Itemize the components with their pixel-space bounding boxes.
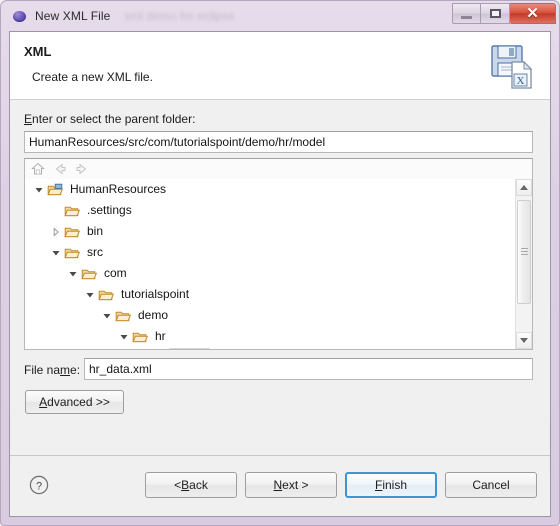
folder-icon — [132, 332, 148, 342]
tree-toolbar — [25, 159, 532, 179]
back-button[interactable]: < Back — [145, 472, 237, 498]
scrollbar-grip-icon — [520, 246, 528, 257]
minimize-button[interactable] — [452, 3, 481, 24]
tree-row-label: src — [87, 245, 103, 259]
svg-text:?: ? — [36, 480, 42, 492]
cancel-button[interactable]: Cancel — [445, 472, 537, 498]
tree-expand-arrow-icon[interactable] — [116, 329, 132, 345]
scroll-down-button[interactable] — [516, 332, 532, 349]
tree-row[interactable]: bin — [25, 221, 515, 242]
chevron-down-icon — [520, 338, 528, 343]
advanced-button[interactable]: Advanced >> — [25, 390, 124, 414]
tree-row[interactable]: demo — [25, 305, 515, 326]
parent-folder-label-text: nter or select the parent folder: — [32, 112, 196, 126]
tree-expand-arrow-icon[interactable] — [48, 245, 64, 261]
next-button-label-post: ext > — [282, 478, 309, 492]
folder-tree-panel: HumanResources .settings bin src com tutorial… — [24, 158, 533, 350]
help-icon[interactable]: ? — [29, 475, 49, 495]
scroll-up-button[interactable] — [516, 179, 532, 196]
file-name-label: File name: — [24, 363, 80, 377]
tree-expand-arrow-icon[interactable] — [65, 266, 81, 282]
wizard-header: XML Create a new XML file. X — [10, 32, 550, 100]
tree-row-label: demo — [138, 308, 169, 322]
minimize-icon — [461, 15, 472, 19]
tree-row-label: HumanResources — [70, 182, 167, 196]
close-icon: ✕ — [526, 5, 539, 22]
finish-button-label-post: inish — [382, 478, 408, 492]
tree-twisty-placeholder — [48, 203, 64, 219]
dialog-footer: ? < Back Next > Finish Cancel — [10, 455, 550, 516]
tree-row-label: hr — [155, 329, 166, 343]
tree-row[interactable]: src — [25, 242, 515, 263]
background-ghost-text: xml demo for eclipse — [124, 9, 235, 23]
next-button-accel: N — [273, 478, 283, 492]
home-icon[interactable] — [30, 161, 46, 177]
next-button[interactable]: Next > — [245, 472, 337, 498]
back-arrow-icon — [55, 163, 66, 175]
folder-icon — [64, 206, 80, 216]
xml-save-file-icon: X — [491, 45, 533, 89]
back-button-label-pre: < — [174, 478, 182, 492]
page-title: XML — [24, 44, 52, 59]
finish-button[interactable]: Finish — [345, 472, 437, 498]
file-name-label-post: e: — [70, 363, 81, 377]
tree-row[interactable]: model — [25, 347, 515, 349]
window-frame: New XML File xml demo for eclipse ✕ XML … — [0, 0, 560, 526]
tree-row-label: tutorialspoint — [121, 287, 190, 301]
tree-vertical-scrollbar[interactable] — [515, 179, 532, 349]
folder-icon — [98, 290, 114, 300]
folder-icon — [115, 311, 131, 321]
parent-folder-input[interactable] — [24, 131, 533, 153]
window-controls: ✕ — [452, 3, 556, 24]
advanced-button-accel: A — [39, 395, 48, 409]
finish-button-accel: F — [374, 478, 383, 492]
close-button[interactable]: ✕ — [510, 3, 556, 24]
tree-row-label: .settings — [87, 203, 132, 217]
maximize-icon — [489, 9, 501, 18]
footer-button-group: < Back Next > Finish Cancel — [145, 472, 537, 498]
tree-row[interactable]: com — [25, 263, 515, 284]
tree-row-label: com — [104, 266, 127, 280]
tree-row[interactable]: HumanResources — [25, 179, 515, 200]
tree-expand-arrow-icon[interactable] — [31, 182, 47, 198]
advanced-button-label: dvanced >> — [47, 395, 110, 409]
folder-tree[interactable]: HumanResources .settings bin src com tutorial… — [25, 179, 515, 349]
parent-folder-label-accel: E — [24, 112, 33, 126]
tree-row-label: bin — [87, 224, 104, 238]
folder-icon — [81, 269, 97, 279]
back-button-accel: B — [181, 478, 190, 492]
project-folder-icon — [47, 183, 63, 195]
svg-text:X: X — [517, 75, 525, 87]
scrollbar-thumb[interactable] — [517, 199, 531, 304]
cancel-button-label-pre: Cancel — [472, 478, 510, 492]
tree-row[interactable]: tutorialspoint — [25, 284, 515, 305]
tree-row[interactable]: hr — [25, 326, 515, 347]
file-name-label-accel: m — [60, 363, 71, 377]
back-button-label-post: ack — [189, 478, 208, 492]
new-xml-file-dialog: New XML File xml demo for eclipse ✕ XML … — [0, 0, 560, 526]
file-name-input[interactable] — [84, 358, 533, 380]
tree-row-label: model — [169, 348, 210, 349]
tree-row[interactable]: .settings — [25, 200, 515, 221]
tree-collapse-arrow-icon[interactable] — [48, 224, 64, 240]
forward-arrow-icon — [76, 163, 87, 175]
maximize-button[interactable] — [481, 3, 510, 24]
page-subtitle: Create a new XML file. — [32, 70, 153, 84]
window-title: New XML File — [35, 9, 111, 23]
parent-folder-label: Enter or select the parent folder: — [24, 112, 195, 126]
dialog-content: XML Create a new XML file. X Enter or se… — [9, 31, 551, 517]
eclipse-sphere-icon — [12, 8, 28, 24]
wizard-body: Enter or select the parent folder: Human… — [10, 100, 550, 455]
folder-icon — [64, 227, 80, 237]
file-name-label-pre: File na — [24, 363, 61, 377]
tree-expand-arrow-icon[interactable] — [99, 308, 115, 324]
chevron-up-icon — [520, 185, 528, 190]
tree-expand-arrow-icon[interactable] — [82, 287, 98, 303]
folder-icon — [64, 248, 80, 258]
